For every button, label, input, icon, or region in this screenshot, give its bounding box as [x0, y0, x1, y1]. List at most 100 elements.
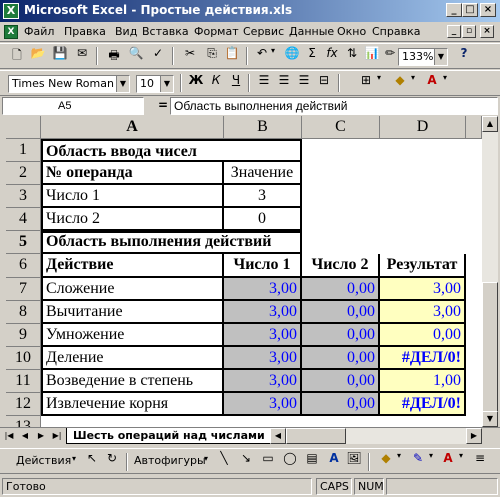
- menu-help[interactable]: Справка: [372, 25, 420, 38]
- column-header-b[interactable]: B: [224, 116, 302, 139]
- cell-a10[interactable]: Деление: [41, 347, 224, 370]
- cell-d12[interactable]: #ДЕЛ/0!: [380, 393, 466, 416]
- paste-icon[interactable]: 📋: [222, 46, 242, 66]
- cell-a12[interactable]: Извлечение корня: [41, 393, 224, 416]
- sort-ascending-icon[interactable]: ⇅: [342, 46, 362, 66]
- align-right-icon[interactable]: ☰: [294, 73, 314, 93]
- line-style-icon[interactable]: ≡: [470, 451, 490, 471]
- font-size-select[interactable]: 10 ▼: [136, 75, 174, 93]
- cell-c6[interactable]: Число 2: [302, 254, 380, 278]
- autoshapes-menu[interactable]: Автофигуры: [134, 454, 206, 467]
- mail-icon[interactable]: ✉: [72, 46, 92, 66]
- row-header-11[interactable]: 11: [6, 370, 41, 393]
- excel-app-icon[interactable]: X: [3, 3, 19, 19]
- zoom-select[interactable]: 133% ▼: [398, 48, 448, 66]
- cell-d8[interactable]: 3,00: [380, 301, 466, 324]
- chevron-down-icon[interactable]: ▾: [72, 454, 76, 463]
- horizontal-scrollbar[interactable]: ◀ ▶: [270, 428, 482, 444]
- row-header-6[interactable]: 6: [6, 254, 41, 278]
- open-icon[interactable]: 📂: [28, 46, 48, 66]
- oval-icon[interactable]: ◯: [280, 451, 300, 471]
- cell-a5[interactable]: Область выполнения действий: [41, 231, 302, 254]
- cell-a2[interactable]: № операнда: [41, 162, 224, 185]
- print-icon[interactable]: 🖶: [104, 46, 124, 66]
- preview-icon[interactable]: 🔍: [126, 46, 146, 66]
- select-all-corner[interactable]: [6, 116, 41, 139]
- cell-c10[interactable]: 0,00: [302, 347, 380, 370]
- function-icon[interactable]: fx: [322, 46, 342, 66]
- cell-a7[interactable]: Сложение: [41, 278, 224, 301]
- cell-b7[interactable]: 3,00: [224, 278, 302, 301]
- fill-color-icon[interactable]: ◆: [390, 73, 410, 93]
- row-header-10[interactable]: 10: [6, 347, 41, 370]
- font-color-icon[interactable]: A: [438, 451, 458, 471]
- cell-d7[interactable]: 3,00: [380, 278, 466, 301]
- cell-b12[interactable]: 3,00: [224, 393, 302, 416]
- horizontal-scroll-thumb[interactable]: [286, 428, 346, 444]
- doc-close-button[interactable]: ×: [480, 25, 494, 38]
- spelling-icon[interactable]: ✓: [148, 46, 168, 66]
- rotate-icon[interactable]: ↻: [102, 451, 122, 471]
- menu-insert[interactable]: Вставка: [142, 25, 189, 38]
- last-sheet-icon[interactable]: ▶|: [50, 429, 64, 443]
- font-select[interactable]: Times New Roman Cyr ▼: [8, 75, 130, 93]
- copy-icon[interactable]: ⎘: [202, 46, 222, 66]
- row-header-12[interactable]: 12: [6, 393, 41, 416]
- help-icon[interactable]: ?: [454, 46, 474, 66]
- column-header-e[interactable]: [466, 116, 482, 139]
- row-header-5[interactable]: 5: [6, 231, 41, 254]
- scroll-right-icon[interactable]: ▶: [466, 428, 482, 444]
- cell-b9[interactable]: 3,00: [224, 324, 302, 347]
- cell-b11[interactable]: 3,00: [224, 370, 302, 393]
- equals-sign[interactable]: =: [158, 98, 168, 112]
- name-box[interactable]: A5: [2, 97, 144, 115]
- draw-actions-menu[interactable]: Действия: [16, 454, 71, 467]
- wordart-icon[interactable]: A: [324, 451, 344, 471]
- cell-b8[interactable]: 3,00: [224, 301, 302, 324]
- column-header-d[interactable]: D: [380, 116, 466, 139]
- cell-c9[interactable]: 0,00: [302, 324, 380, 347]
- cell-d10[interactable]: #ДЕЛ/0!: [380, 347, 466, 370]
- clipart-icon[interactable]: 🖼: [344, 451, 364, 471]
- borders-icon[interactable]: ⊞: [356, 73, 376, 93]
- align-left-icon[interactable]: ☰: [254, 73, 274, 93]
- merge-center-icon[interactable]: ⊟: [314, 73, 334, 93]
- cut-icon[interactable]: ✂: [180, 46, 200, 66]
- cell-c8[interactable]: 0,00: [302, 301, 380, 324]
- next-sheet-icon[interactable]: ▶: [34, 429, 48, 443]
- italic-button[interactable]: К: [206, 73, 226, 93]
- cell-a3[interactable]: Число 1: [41, 185, 224, 208]
- chart-wizard-icon[interactable]: 📊: [362, 46, 382, 66]
- cell-a6[interactable]: Действие: [41, 254, 224, 278]
- cell-b6[interactable]: Число 1: [224, 254, 302, 278]
- cell-d11[interactable]: 1,00: [380, 370, 466, 393]
- scroll-left-icon[interactable]: ◀: [270, 428, 286, 444]
- drawing-icon[interactable]: ✏: [380, 46, 400, 66]
- doc-minimize-button[interactable]: _: [447, 25, 461, 38]
- cell-c7[interactable]: 0,00: [302, 278, 380, 301]
- menu-view[interactable]: Вид: [115, 25, 137, 38]
- cell-d9[interactable]: 0,00: [380, 324, 466, 347]
- row-header-3[interactable]: 3: [6, 185, 41, 208]
- scroll-up-icon[interactable]: ▲: [482, 116, 498, 132]
- cell-a8[interactable]: Вычитание: [41, 301, 224, 324]
- font-color-dropdown-icon[interactable]: ▾: [440, 73, 450, 93]
- line-color-icon[interactable]: ✎: [408, 451, 428, 471]
- row-header-13[interactable]: 13: [6, 416, 41, 427]
- menu-file[interactable]: Файл: [24, 25, 54, 38]
- scroll-down-icon[interactable]: ▼: [482, 411, 498, 427]
- row-header-2[interactable]: 2: [6, 162, 41, 185]
- hyperlink-icon[interactable]: 🌐: [282, 46, 302, 66]
- cell-a11[interactable]: Возведение в степень: [41, 370, 224, 393]
- first-sheet-icon[interactable]: |◀: [2, 429, 16, 443]
- cell-c11[interactable]: 0,00: [302, 370, 380, 393]
- textbox-icon[interactable]: ▤: [302, 451, 322, 471]
- fill-dropdown-icon[interactable]: ▾: [394, 451, 404, 471]
- fill-dropdown-icon[interactable]: ▾: [408, 73, 418, 93]
- line-color-dropdown-icon[interactable]: ▾: [426, 451, 436, 471]
- row-header-8[interactable]: 8: [6, 301, 41, 324]
- font-color-dropdown-icon[interactable]: ▾: [456, 451, 466, 471]
- row-header-1[interactable]: 1: [6, 139, 41, 162]
- menu-tools[interactable]: Сервис: [243, 25, 284, 38]
- chevron-down-icon[interactable]: ▼: [116, 76, 129, 92]
